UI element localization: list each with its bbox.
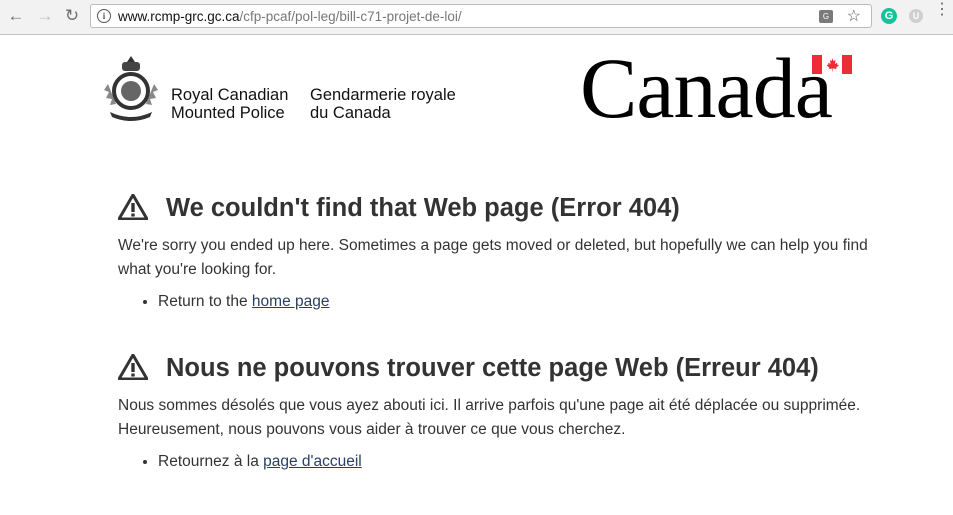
suggestion-list-fr: Retournez à la page d'accueil [118, 452, 878, 472]
warning-icon [118, 194, 148, 220]
list-item: Return to the home page [158, 292, 878, 312]
forward-icon[interactable]: → [35, 6, 55, 26]
rcmp-signature-en: Royal Canadian Mounted Police [171, 86, 289, 122]
error-message-fr: Nous sommes désolés que vous ayez abouti… [118, 397, 861, 438]
error-message-en: We're sorry you ended up here. Sometimes… [118, 237, 868, 278]
error-heading-en: We couldn't find that Web page (Error 40… [118, 192, 878, 228]
home-page-link[interactable]: home page [252, 293, 330, 310]
reload-icon[interactable]: ↻ [62, 6, 82, 26]
address-bar[interactable]: i www.rcmp-grc.gc.ca/cfp-pcaf/pol-leg/bi… [90, 4, 872, 28]
back-icon[interactable]: ← [6, 6, 26, 26]
star-icon[interactable]: ☆ [847, 6, 861, 26]
translate-icon[interactable]: G [819, 10, 833, 23]
error-section-fr: Nous ne pouvons trouver cette page Web (… [118, 352, 878, 472]
url-text[interactable]: www.rcmp-grc.gc.ca/cfp-pcaf/pol-leg/bill… [118, 9, 462, 24]
list-item: Retournez à la page d'accueil [158, 452, 878, 472]
info-icon[interactable]: i [97, 9, 111, 23]
error-heading-fr: Nous ne pouvons trouver cette page Web (… [118, 352, 878, 388]
rcmp-signature-fr: Gendarmerie royale du Canada [310, 86, 456, 122]
extension-u-icon[interactable]: U [909, 9, 923, 23]
grammarly-extension-icon[interactable]: G [881, 8, 897, 24]
canada-flag-icon [812, 55, 852, 74]
browser-toolbar: ← → ↻ i www.rcmp-grc.gc.ca/cfp-pcaf/pol-… [0, 0, 953, 35]
error-section-en: We couldn't find that Web page (Error 40… [118, 192, 878, 312]
warning-icon [118, 354, 148, 380]
page-accueil-link[interactable]: page d'accueil [263, 453, 362, 470]
canada-wordmark: Canada [580, 40, 833, 136]
menu-icon[interactable]: ⋮ [934, 2, 950, 18]
suggestion-list-en: Return to the home page [118, 292, 878, 312]
rcmp-crest-logo[interactable] [102, 54, 160, 122]
